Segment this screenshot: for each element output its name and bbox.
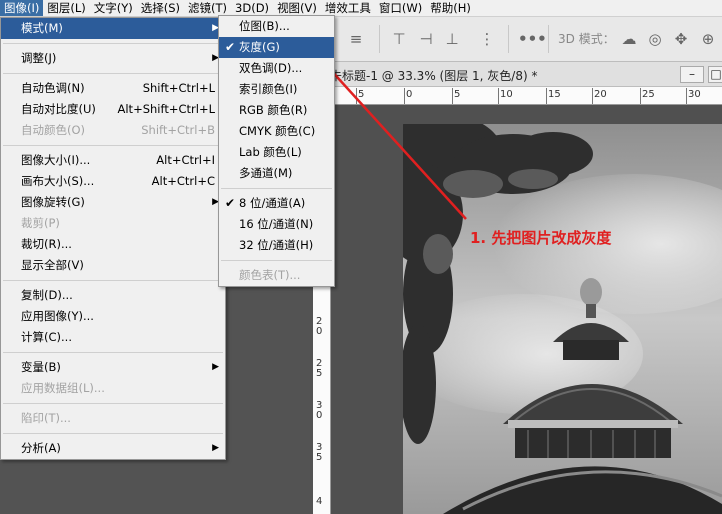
mode-menu-item[interactable]: 32 位/通道(H) <box>219 235 334 256</box>
image-menu-item[interactable]: 变量(B) ▶ <box>1 357 225 378</box>
mode-menu-item[interactable]: 双色调(D)... <box>219 58 334 79</box>
menu-item-shortcut: Alt+Shift+Ctrl+L <box>117 102 216 116</box>
menu-item-label: 8 位/通道(A) <box>239 196 306 210</box>
image-menu-item[interactable]: 图像大小(I)... Alt+Ctrl+I <box>1 150 225 171</box>
menu-separator <box>3 403 223 404</box>
menu-item-label: 双色调(D)... <box>239 61 303 75</box>
image-menu-item[interactable]: 复制(D)... <box>1 285 225 306</box>
menu-item-label: 计算(C)... <box>21 330 72 344</box>
menu-item-label: 裁切(R)... <box>21 237 72 251</box>
menu-item-label: 自动色调(N) <box>21 81 85 95</box>
image-menu-item: 裁剪(P) <box>1 213 225 234</box>
menu-item-label: RGB 颜色(R) <box>239 103 308 117</box>
mode-menu-item[interactable]: ✔ 灰度(G) <box>219 37 334 58</box>
menu-item-label: 分析(A) <box>21 441 61 455</box>
image-menu-item[interactable]: 应用图像(Y)... <box>1 306 225 327</box>
menu-item-shortcut: Alt+Ctrl+I <box>156 153 215 167</box>
menu-item-label: CMYK 颜色(C) <box>239 124 316 138</box>
menu-item-label: 模式(M) <box>21 21 63 35</box>
image-menu-item[interactable]: 模式(M) ▶ <box>1 18 225 39</box>
image-menu-item[interactable]: 画布大小(S)... Alt+Ctrl+C <box>1 171 225 192</box>
menu-separator <box>3 352 223 353</box>
image-menu-item: 应用数据组(L)... <box>1 378 225 399</box>
menu-item-label: 图像旋转(G) <box>21 195 85 209</box>
menu-item-shortcut: Alt+Ctrl+C <box>151 174 215 188</box>
checkmark-icon: ✔ <box>225 40 236 54</box>
image-menu: 模式(M) ▶ 调整(J) ▶ 自动色调(N) Shift+Ctrl+L 自动对比度(U) A… <box>0 17 226 460</box>
image-menu-item[interactable]: 自动对比度(U) Alt+Shift+Ctrl+L <box>1 99 225 120</box>
submenu-arrow-icon: ▶ <box>212 362 219 372</box>
image-menu-item[interactable]: 计算(C)... <box>1 327 225 348</box>
menu-item-shortcut: Shift+Ctrl+L <box>142 81 215 95</box>
menu-separator <box>3 433 223 434</box>
menu-item-label: 灰度(G) <box>239 40 280 54</box>
menu-separator <box>3 145 223 146</box>
menu-separator <box>3 280 223 281</box>
annotation-label: 1. 先把图片改成灰度 <box>470 229 612 247</box>
menu-item-shortcut: Shift+Ctrl+B <box>141 123 215 137</box>
image-menu-item[interactable]: 图像旋转(G) ▶ <box>1 192 225 213</box>
menu-item-label: 位图(B)... <box>239 19 290 33</box>
menu-separator <box>221 188 332 189</box>
menu-item-label: 画布大小(S)... <box>21 174 95 188</box>
checkmark-icon: ✔ <box>225 196 236 210</box>
menu-item-label: 显示全部(V) <box>21 258 84 272</box>
mode-menu-item[interactable]: 索引颜色(I) <box>219 79 334 100</box>
image-menu-item: 陷印(T)... <box>1 408 225 429</box>
mode-menu-item[interactable]: 多通道(M) <box>219 163 334 184</box>
image-menu-item[interactable]: 分析(A) ▶ <box>1 438 225 459</box>
mode-menu-item[interactable]: RGB 颜色(R) <box>219 100 334 121</box>
menu-separator <box>221 260 332 261</box>
menu-item-label: 索引颜色(I) <box>239 82 298 96</box>
mode-menu-item[interactable]: 16 位/通道(N) <box>219 214 334 235</box>
menu-item-label: 陷印(T)... <box>21 411 71 425</box>
menu-item-label: 裁剪(P) <box>21 216 60 230</box>
menu-item-label: Lab 颜色(L) <box>239 145 302 159</box>
menu-separator <box>3 43 223 44</box>
menu-item-label: 多通道(M) <box>239 166 293 180</box>
menu-item-label: 应用图像(Y)... <box>21 309 94 323</box>
menu-item-label: 自动对比度(U) <box>21 102 96 116</box>
mode-submenu: 位图(B)... ✔ 灰度(G) 双色调(D)... 索引颜色(I) RGB 颜色(R) C… <box>218 15 335 287</box>
mode-menu-item: 颜色表(T)... <box>219 265 334 286</box>
mode-menu-item[interactable]: ✔ 8 位/通道(A) <box>219 193 334 214</box>
submenu-arrow-icon: ▶ <box>212 443 219 453</box>
menu-item-label: 32 位/通道(H) <box>239 238 314 252</box>
menu-item-label: 图像大小(I)... <box>21 153 91 167</box>
image-menu-item[interactable]: 显示全部(V) <box>1 255 225 276</box>
mode-menu-item[interactable]: 位图(B)... <box>219 16 334 37</box>
menu-item-label: 调整(J) <box>21 51 57 65</box>
menu-item-label: 变量(B) <box>21 360 61 374</box>
menu-item-label: 应用数据组(L)... <box>21 381 105 395</box>
menu-item-label: 16 位/通道(N) <box>239 217 314 231</box>
image-menu-item[interactable]: 调整(J) ▶ <box>1 48 225 69</box>
menu-item-label: 自动颜色(O) <box>21 123 86 137</box>
mode-menu-item[interactable]: CMYK 颜色(C) <box>219 121 334 142</box>
menu-item-label: 颜色表(T)... <box>239 268 301 282</box>
image-menu-item[interactable]: 裁切(R)... <box>1 234 225 255</box>
image-menu-item[interactable]: 自动色调(N) Shift+Ctrl+L <box>1 78 225 99</box>
image-menu-item: 自动颜色(O) Shift+Ctrl+B <box>1 120 225 141</box>
mode-menu-item[interactable]: Lab 颜色(L) <box>219 142 334 163</box>
menu-separator <box>3 73 223 74</box>
menu-item-label: 复制(D)... <box>21 288 73 302</box>
